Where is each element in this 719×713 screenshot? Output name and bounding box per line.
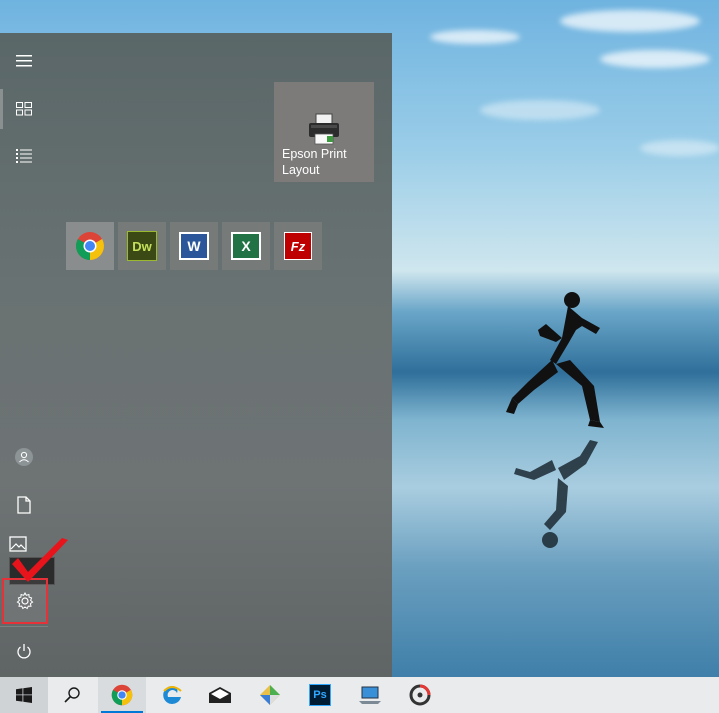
filezilla-icon: Fz: [284, 232, 312, 260]
runner-silhouette: [506, 292, 604, 548]
word-icon: W: [179, 232, 209, 260]
taskbar-edge[interactable]: [148, 677, 196, 713]
photoshop-icon: Ps: [309, 684, 331, 706]
tiles-view-button[interactable]: [0, 85, 48, 133]
tile-filezilla[interactable]: Fz: [274, 222, 322, 270]
gear-icon: [16, 592, 34, 610]
tiles-icon: [16, 102, 32, 116]
app-icon: [260, 685, 280, 705]
power-button[interactable]: [0, 626, 48, 674]
user-icon: [15, 448, 33, 466]
dreamweaver-label: Dw: [132, 238, 152, 254]
power-icon: [17, 643, 31, 658]
documents-button[interactable]: [0, 481, 48, 529]
dreamweaver-icon: Dw: [127, 231, 157, 261]
taskbar-disk[interactable]: [396, 677, 444, 713]
excel-label: X: [241, 238, 251, 254]
user-button[interactable]: [0, 433, 48, 481]
tile-chrome[interactable]: [66, 222, 114, 270]
chrome-icon: [76, 232, 104, 260]
taskbar-device[interactable]: [346, 677, 394, 713]
tile-dreamweaver[interactable]: Dw: [118, 222, 166, 270]
document-icon: [17, 496, 31, 514]
expand-button[interactable]: [0, 37, 48, 85]
word-label: W: [187, 238, 201, 254]
all-apps-button[interactable]: [0, 132, 48, 180]
search-button[interactable]: [48, 677, 96, 713]
edge-icon: [163, 685, 182, 704]
start-button[interactable]: [0, 677, 48, 713]
excel-icon: X: [231, 232, 261, 260]
taskbar-chrome[interactable]: [98, 677, 146, 713]
taskbar-mail[interactable]: [196, 677, 244, 713]
taskbar-app[interactable]: [246, 677, 294, 713]
photoshop-label: Ps: [313, 689, 327, 701]
search-icon: [64, 687, 80, 703]
windows-start-icon: [16, 687, 32, 703]
tile-excel[interactable]: X: [222, 222, 270, 270]
tile-epson-print-layout[interactable]: Epson Print Layout: [274, 82, 374, 182]
checkmark-annotation: [12, 538, 68, 582]
tile-label: Epson Print Layout: [282, 147, 347, 177]
device-icon: [359, 686, 381, 704]
chrome-icon: [111, 684, 133, 706]
filezilla-label: Fz: [290, 238, 306, 254]
taskbar-photoshop[interactable]: Ps: [296, 677, 344, 713]
hamburger-icon: [16, 55, 32, 67]
mail-icon: [209, 687, 231, 703]
taskbar: Ps: [0, 677, 719, 713]
printer-icon: [309, 113, 339, 145]
list-icon: [16, 149, 32, 163]
disk-icon: [409, 684, 431, 706]
tile-word[interactable]: W: [170, 222, 218, 270]
